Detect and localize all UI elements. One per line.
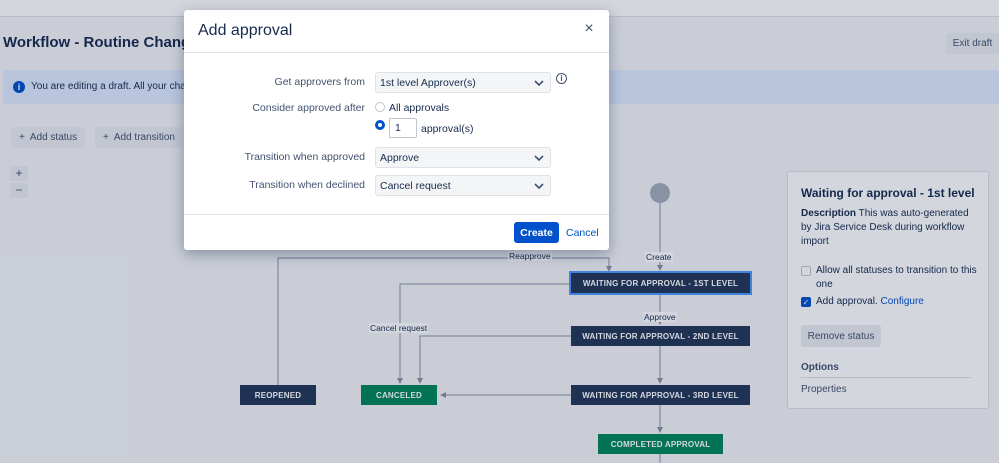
chevron-down-icon <box>534 155 544 162</box>
when-approved-value: Approve <box>380 151 420 164</box>
when-declined-label: Transition when declined <box>249 179 365 191</box>
help-icon[interactable]: i <box>556 73 567 84</box>
dialog-title: Add approval <box>198 22 293 39</box>
when-declined-value: Cancel request <box>380 179 451 192</box>
approval-count-input[interactable]: 1 <box>389 118 417 138</box>
cancel-button[interactable]: Cancel <box>564 222 601 243</box>
create-button[interactable]: Create <box>514 222 559 243</box>
when-approved-select[interactable]: Approve <box>375 147 551 168</box>
close-icon[interactable]: × <box>581 21 597 37</box>
add-approval-dialog: Add approval × Get approvers from 1st le… <box>184 10 609 250</box>
chevron-down-icon <box>534 183 544 190</box>
approval-count-radio[interactable] <box>375 120 385 130</box>
dialog-header: Add approval × <box>184 10 609 53</box>
when-declined-select[interactable]: Cancel request <box>375 175 551 196</box>
chevron-down-icon <box>534 80 544 87</box>
approval-count-suffix: approval(s) <box>421 123 474 135</box>
all-approvals-label: All approvals <box>389 102 450 114</box>
when-approved-label: Transition when approved <box>244 151 365 163</box>
approvers-select[interactable]: 1st level Approver(s) <box>375 72 551 93</box>
all-approvals-radio[interactable] <box>375 102 385 112</box>
consider-approved-label: Consider approved after <box>252 102 365 114</box>
approvers-field-label: Get approvers from <box>274 76 365 88</box>
approvers-select-value: 1st level Approver(s) <box>380 76 476 89</box>
